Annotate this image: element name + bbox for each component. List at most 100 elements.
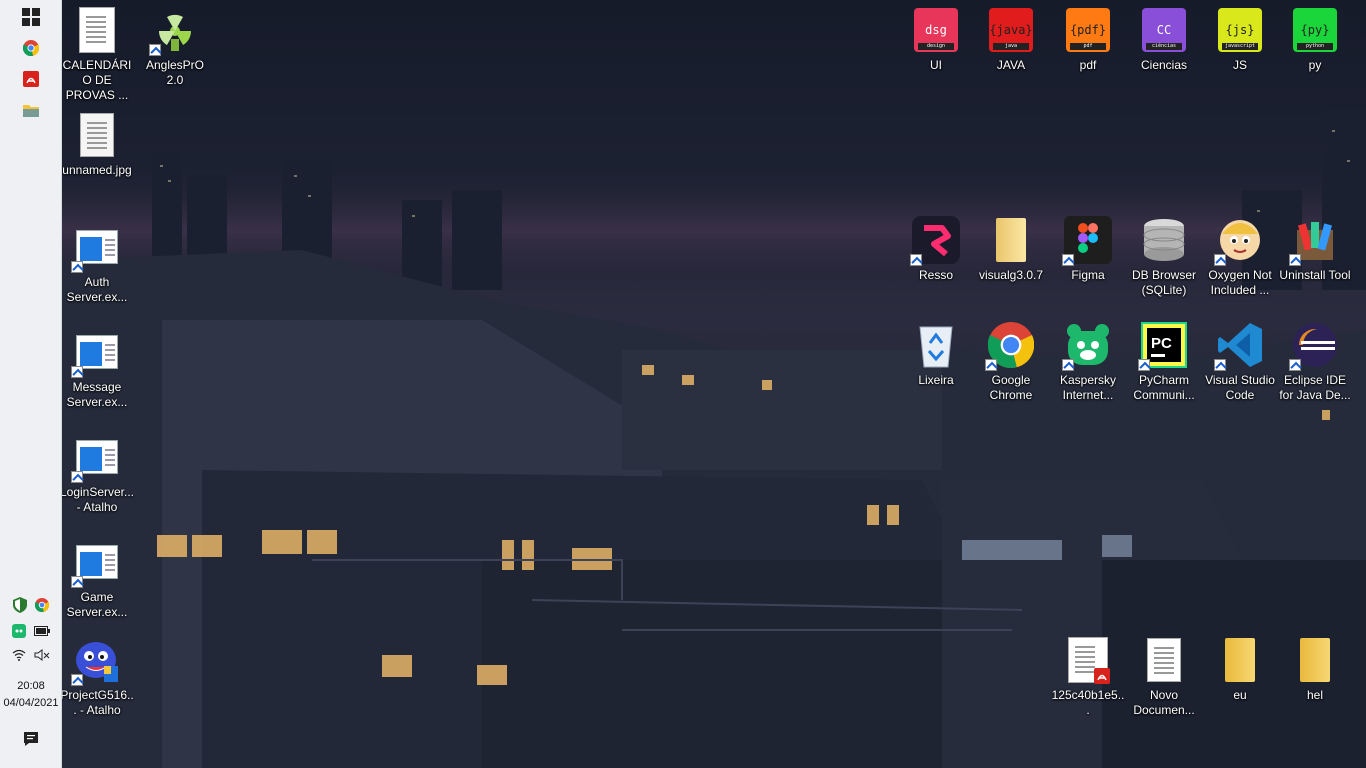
folder-icon bbox=[987, 216, 1035, 264]
desktop-icon-pycharm[interactable]: PC PyCharm Communi... bbox=[1126, 321, 1202, 403]
oxygen-not-included-icon bbox=[1214, 216, 1264, 266]
icon-label: LoginServer... - Atalho bbox=[62, 485, 135, 514]
acrobat-icon bbox=[23, 71, 39, 87]
desktop-icon-hel-folder[interactable]: hel bbox=[1277, 636, 1353, 703]
folder-icon: {js} javascript bbox=[1216, 6, 1264, 54]
folder-icon bbox=[23, 105, 39, 117]
notification-icon bbox=[24, 732, 38, 746]
svg-text:PC: PC bbox=[1151, 335, 1172, 352]
icon-label: Kaspersky Internet... bbox=[1059, 373, 1117, 402]
desktop-icon-vscode[interactable]: Visual Studio Code bbox=[1202, 321, 1278, 403]
text-file-icon bbox=[1140, 636, 1188, 684]
tray-row-3 bbox=[0, 644, 62, 666]
executable-icon bbox=[71, 538, 121, 588]
icon-label: visualg3.0.7 bbox=[978, 268, 1044, 282]
eclipse-icon bbox=[1289, 321, 1339, 371]
desktop-icon-py-folder[interactable]: {py} python py bbox=[1277, 6, 1353, 73]
clock-date[interactable]: 04/04/2021 bbox=[0, 695, 62, 711]
notification-button[interactable] bbox=[0, 724, 62, 754]
folder-icon bbox=[1216, 636, 1264, 684]
windows-icon bbox=[22, 8, 40, 26]
icon-label: hel bbox=[1306, 688, 1323, 702]
tray-row-2 bbox=[0, 620, 62, 642]
desktop-icon-oxygen-not-included[interactable]: Oxygen Not Included ... bbox=[1202, 216, 1278, 298]
resso-icon bbox=[910, 216, 960, 266]
icon-label: Oxygen Not Included ... bbox=[1208, 268, 1272, 297]
folder-icon: {py} python bbox=[1291, 6, 1339, 54]
desktop-icon-java-folder[interactable]: {java} java JAVA bbox=[973, 6, 1049, 73]
desktop-icon-pdf-folder[interactable]: {pdf} pdf pdf bbox=[1050, 6, 1126, 73]
icon-label: AnglesPrO 2.0 bbox=[145, 58, 205, 87]
desktop-icon-eclipse[interactable]: Eclipse IDE for Java De... bbox=[1277, 321, 1353, 403]
desktop-icon-js-folder[interactable]: {js} javascript JS bbox=[1202, 6, 1278, 73]
desktop-icon-pdf-file[interactable]: 125c40b1e5... bbox=[1050, 636, 1126, 718]
folder-icon: {pdf} pdf bbox=[1064, 6, 1112, 54]
acrobat-taskbar-button[interactable] bbox=[0, 64, 62, 94]
desktop-icon-ui-folder[interactable]: dsg design UI bbox=[898, 6, 974, 73]
pycharm-icon: PC bbox=[1138, 321, 1188, 371]
icon-label: Message Server.ex... bbox=[66, 380, 128, 409]
desktop-icon-unnamed-jpg[interactable]: unnamed.jpg bbox=[62, 111, 135, 178]
icon-label: pdf bbox=[1079, 58, 1097, 72]
desktop-icon-uninstall-tool[interactable]: Uninstall Tool bbox=[1277, 216, 1353, 283]
desktop-icon-resso[interactable]: Resso bbox=[898, 216, 974, 283]
desktop-icon-visualg[interactable]: visualg3.0.7 bbox=[973, 216, 1049, 283]
desktop-icon-db-browser[interactable]: DB Browser (SQLite) bbox=[1126, 216, 1202, 298]
desktop-icon-anglespro[interactable]: AnglesPrO 2.0 bbox=[137, 6, 213, 88]
desktop-icon-eu-folder[interactable]: eu bbox=[1202, 636, 1278, 703]
recycle-bin-icon bbox=[912, 321, 960, 369]
desktop-icon-novo-documento[interactable]: Novo Documen... bbox=[1126, 636, 1202, 718]
icon-label: ProjectG516... - Atalho bbox=[62, 688, 134, 717]
kaspersky-tray-icon[interactable] bbox=[12, 624, 26, 638]
folder-icon: dsg design bbox=[912, 6, 960, 54]
tray-row-1 bbox=[0, 594, 62, 616]
chrome-icon bbox=[985, 321, 1035, 371]
desktop-icon-game-server[interactable]: Game Server.ex... bbox=[62, 538, 135, 620]
wifi-icon[interactable] bbox=[12, 649, 26, 661]
icon-label: Lixeira bbox=[918, 373, 954, 387]
document-image-icon bbox=[73, 6, 121, 54]
figma-icon bbox=[1062, 216, 1112, 266]
chrome-taskbar-button[interactable] bbox=[0, 33, 62, 63]
explorer-taskbar-button[interactable] bbox=[0, 95, 62, 125]
battery-icon[interactable] bbox=[34, 626, 50, 636]
uninstall-tool-icon bbox=[1289, 216, 1339, 266]
icon-label: Eclipse IDE for Java De... bbox=[1279, 373, 1351, 402]
executable-icon bbox=[71, 328, 121, 378]
start-button[interactable] bbox=[0, 2, 62, 32]
icon-label: unnamed.jpg bbox=[62, 163, 132, 177]
desktop-icon-ciencias-folder[interactable]: CC ciências Ciencias bbox=[1126, 6, 1202, 73]
icon-label: JAVA bbox=[996, 58, 1026, 72]
desktop-icon-kaspersky[interactable]: Kaspersky Internet... bbox=[1050, 321, 1126, 403]
game-character-icon bbox=[71, 636, 121, 686]
document-image-icon bbox=[73, 111, 121, 159]
desktop-icon-calendario[interactable]: CALENDÁRIO DE PROVAS ... bbox=[62, 6, 135, 103]
desktop-icon-lixeira[interactable]: Lixeira bbox=[898, 321, 974, 388]
folder-icon bbox=[1291, 636, 1339, 684]
taskbar: 20:08 04/04/2021 bbox=[0, 0, 62, 768]
clock-time[interactable]: 20:08 bbox=[0, 678, 62, 694]
icon-label: PyCharm Communi... bbox=[1133, 373, 1195, 402]
desktop-icon-message-server[interactable]: Message Server.ex... bbox=[62, 328, 135, 410]
database-icon bbox=[1140, 216, 1188, 264]
security-shield-icon[interactable] bbox=[13, 597, 27, 613]
desktop-icon-google-chrome[interactable]: Google Chrome bbox=[973, 321, 1049, 403]
desktop-icon-figma[interactable]: Figma bbox=[1050, 216, 1126, 283]
speaker-muted-icon[interactable] bbox=[34, 649, 50, 661]
folder-icon: {java} java bbox=[987, 6, 1035, 54]
icon-label: eu bbox=[1233, 688, 1247, 702]
desktop[interactable]: CALENDÁRIO DE PROVAS ... AnglesPrO 2.0 u… bbox=[62, 0, 1366, 768]
desktop-icon-projectg[interactable]: ProjectG516... - Atalho bbox=[62, 636, 135, 718]
icon-label: CALENDÁRIO DE PROVAS ... bbox=[62, 58, 132, 102]
icon-label: Figma bbox=[1071, 268, 1105, 282]
desktop-icon-auth-server[interactable]: Auth Server.ex... bbox=[62, 223, 135, 305]
chrome-tray-icon[interactable] bbox=[35, 598, 49, 612]
icon-label: Ciencias bbox=[1140, 58, 1188, 72]
icon-label: Resso bbox=[918, 268, 953, 282]
chrome-icon bbox=[23, 40, 39, 56]
icon-label: DB Browser (SQLite) bbox=[1131, 268, 1196, 297]
icon-label: Auth Server.ex... bbox=[66, 275, 128, 304]
desktop-icon-login-server[interactable]: LoginServer... - Atalho bbox=[62, 433, 135, 515]
pdf-file-icon bbox=[1064, 636, 1112, 684]
icon-label: UI bbox=[930, 58, 942, 72]
